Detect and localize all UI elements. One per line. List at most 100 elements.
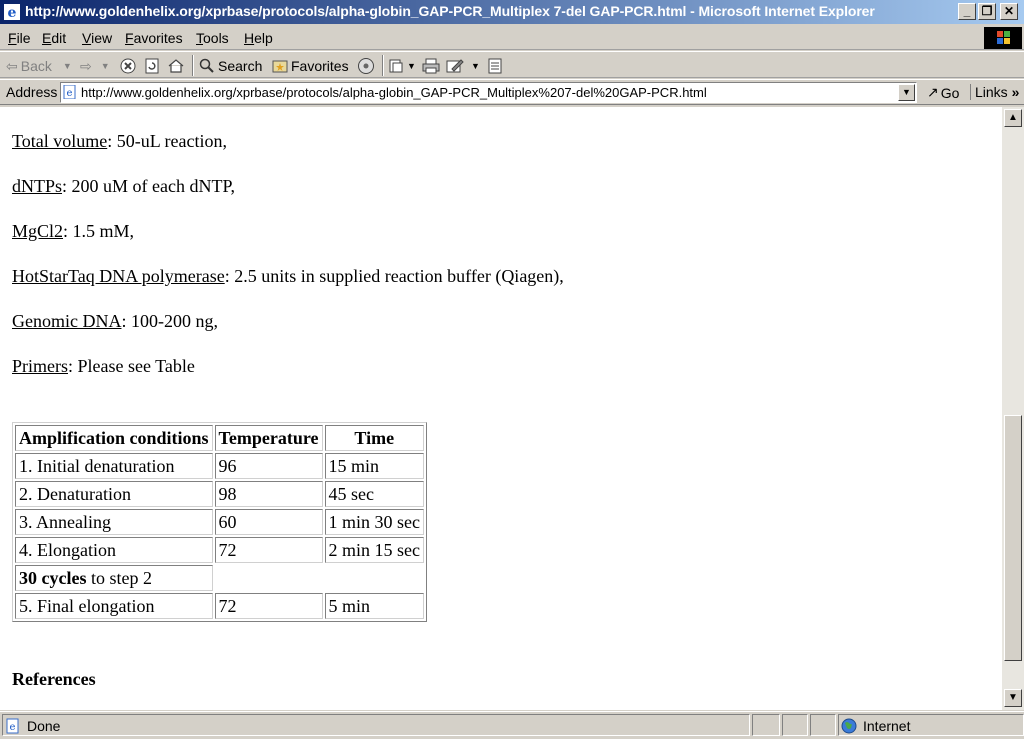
stop-button[interactable] [120,56,136,76]
cycles-cell: 30 cycles to step 2 [15,565,213,591]
history-icon [389,59,403,73]
menu-view[interactable]: View [82,30,112,46]
address-label: Address [6,84,58,100]
amplification-table: Amplification conditions Temperature Tim… [12,422,428,622]
status-text: Done [27,718,61,734]
address-url: http://www.goldenhelix.org/xprbase/proto… [81,85,707,100]
table-row: 3. Annealing 60 1 min 30 sec [15,509,425,535]
home-button[interactable] [168,56,184,76]
table-row-cycles: 30 cycles to step 2 [15,565,424,591]
references-heading: References [12,669,96,689]
status-text-panel: e Done [2,714,750,736]
table-row: 2. Denaturation 98 45 sec [15,481,425,507]
table-row: 5. Final elongation 72 5 min [15,593,425,619]
media-button[interactable] [357,56,375,76]
address-bar: Address e http://www.goldenhelix.org/xpr… [0,79,1024,105]
stop-icon [120,58,136,74]
column-header: Temperature [214,425,323,451]
scroll-down-button[interactable]: ▼ [1004,689,1022,707]
param-dntps: dNTPs: 200 uM of each dNTP, [12,176,235,196]
chevron-down-icon: ▼ [407,61,416,71]
table-cell: 72 [214,593,323,619]
page-content: Total volume: 50-uL reaction, dNTPs: 200… [0,107,1002,710]
table-cell: 45 sec [324,481,425,507]
svg-text:e: e [67,88,73,99]
param-total-volume: Total volume: 50-uL reaction, [12,131,228,151]
status-cell [810,714,836,736]
refresh-button[interactable] [144,56,160,76]
address-dropdown-button[interactable]: ▼ [898,84,915,101]
search-button[interactable]: Search [199,56,262,76]
table-header-row: Amplification conditions Temperature Tim… [15,425,425,451]
discuss-button[interactable] [488,56,502,76]
table-cell: 15 min [324,453,425,479]
security-zone: Internet [838,714,1024,736]
table-cell: 72 [214,537,323,563]
links-button[interactable]: Links » [970,84,1019,100]
zone-text: Internet [863,718,911,734]
table-row: 4. Elongation 72 2 min 15 sec [15,537,425,563]
page-icon: e [63,85,76,99]
menu-bar: File Edit View Favorites Tools Help [0,26,1024,50]
status-bar: e Done Internet [0,711,1024,739]
refresh-icon [145,58,159,74]
print-button[interactable] [422,56,440,76]
column-header: Time [324,425,425,451]
table-cell: 4. Elongation [15,537,213,563]
document-icon [488,58,502,74]
back-button[interactable]: ⇦ Back ▼ [6,56,72,76]
status-cell [782,714,808,736]
menu-edit[interactable]: Edit [42,30,66,46]
chevron-down-icon: ▼ [62,61,72,71]
favorites-button[interactable]: Favorites [272,56,349,76]
scroll-up-button[interactable]: ▲ [1004,109,1022,127]
svg-text:e: e [8,5,17,20]
menu-help[interactable]: Help [244,30,273,46]
param-mgcl2: MgCl2: 1.5 mM, [12,221,135,241]
svg-text:e: e [10,722,16,733]
ie-logo-icon: e [4,4,20,20]
address-input[interactable]: e http://www.goldenhelix.org/xprbase/pro… [60,82,917,103]
scroll-thumb[interactable] [1004,415,1022,661]
menu-file[interactable]: File [8,30,31,46]
menu-favorites[interactable]: Favorites [125,30,183,46]
toolbar: ⇦ Back ▼ ⇨ ▼ Search Favorites ▼ ▼ [0,51,1024,78]
table-cell: 5 min [324,593,425,619]
param-genomic-dna: Genomic DNA: 100-200 ng, [12,311,218,331]
table-cell: 96 [214,453,323,479]
empty-cell [215,565,424,591]
print-icon [422,58,440,74]
table-cell: 60 [214,509,323,535]
windows-logo-icon [984,27,1022,49]
close-button[interactable]: ✕ [1000,3,1018,20]
chevron-down-icon: ▼ [100,61,110,71]
menu-tools[interactable]: Tools [196,30,229,46]
window-title: http://www.goldenhelix.org/xprbase/proto… [25,3,875,19]
table-cell: 3. Annealing [15,509,213,535]
forward-arrow-icon: ⇨ [80,57,92,74]
minimize-button[interactable]: _ [958,3,976,20]
search-icon [199,58,214,73]
favorites-icon [272,60,288,73]
table-cell: 5. Final elongation [15,593,213,619]
param-polymerase: HotStarTaq DNA polymerase: 2.5 units in … [12,266,564,286]
restore-button[interactable]: ❐ [978,3,996,20]
home-icon [168,59,184,73]
table-cell: 2 min 15 sec [324,537,425,563]
table-row: 1. Initial denaturation 96 15 min [15,453,425,479]
table-cell: 98 [214,481,323,507]
media-icon [358,58,374,74]
back-arrow-icon: ⇦ [6,57,18,74]
vertical-scrollbar[interactable]: ▲ ▼ [1002,107,1024,710]
go-button[interactable]: ↗ Go [927,84,959,101]
forward-button[interactable]: ⇨ ▼ [80,56,110,76]
table-cell: 1 min 30 sec [324,509,425,535]
param-primers: Primers: Please see Table [12,356,195,376]
go-arrow-icon: ↗ [927,84,939,100]
globe-icon [841,718,857,734]
chevron-down-icon: ▼ [471,61,480,71]
history-button[interactable]: ▼ [388,56,416,76]
title-bar: e http://www.goldenhelix.org/xprbase/pro… [0,0,1024,24]
status-cell [752,714,780,736]
edit-button[interactable]: ▼ [446,56,480,76]
